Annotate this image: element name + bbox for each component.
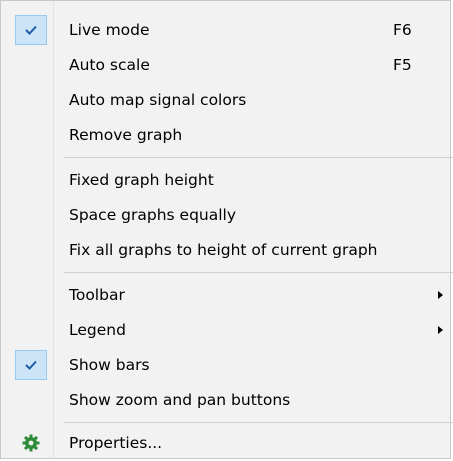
submenu-arrow-icon [438,325,443,334]
menu-item-show-zoom-pan-buttons[interactable]: Show zoom and pan buttons [1,382,450,417]
menu-item-label: Properties... [69,433,163,452]
menu-item-label: Show zoom and pan buttons [69,390,291,409]
checkmark-icon [25,25,37,35]
menu-item-live-mode[interactable]: Live mode F6 [1,12,450,47]
menu-item-label: Auto map signal colors [69,90,247,109]
menu-item-label: Fix all graphs to height of current grap… [69,240,378,259]
menu-separator [64,422,453,423]
checkmark-icon [25,360,37,370]
menu-item-fix-all-graphs-height[interactable]: Fix all graphs to height of current grap… [1,232,450,267]
menu-item-label: Live mode [69,20,150,39]
gear-icon [22,434,40,451]
menu-item-remove-graph[interactable]: Remove graph [1,117,450,152]
submenu-arrow-icon [438,290,443,299]
check-highlight [15,14,47,45]
check-highlight [15,349,47,380]
menu-item-properties[interactable]: Properties... [1,425,450,460]
menu-item-label: Remove graph [69,125,183,144]
shortcut-key: F5 [393,55,412,74]
menu-item-label: Space graphs equally [69,205,237,224]
menu-item-auto-map-signal-colors[interactable]: Auto map signal colors [1,82,450,117]
menu-item-label: Legend [69,320,126,339]
menu-item-fixed-graph-height[interactable]: Fixed graph height [1,162,450,197]
context-menu: Live mode F6 Auto scale F5 Auto map sign… [0,0,453,460]
menu-item-legend[interactable]: Legend [1,312,450,347]
menu-item-label: Auto scale [69,55,150,74]
menu-item-show-bars[interactable]: Show bars [1,347,450,382]
menu-item-auto-scale[interactable]: Auto scale F5 [1,47,450,82]
menu-item-toolbar[interactable]: Toolbar [1,277,450,312]
menu-item-label: Toolbar [69,285,125,304]
menu-item-space-graphs-equally[interactable]: Space graphs equally [1,197,450,232]
menu-item-label: Show bars [69,355,150,374]
menu-item-label: Fixed graph height [69,170,214,189]
properties-icon-cell [15,428,47,458]
menu-separator [64,157,453,158]
menu-separator [64,272,453,273]
shortcut-key: F6 [393,20,412,39]
